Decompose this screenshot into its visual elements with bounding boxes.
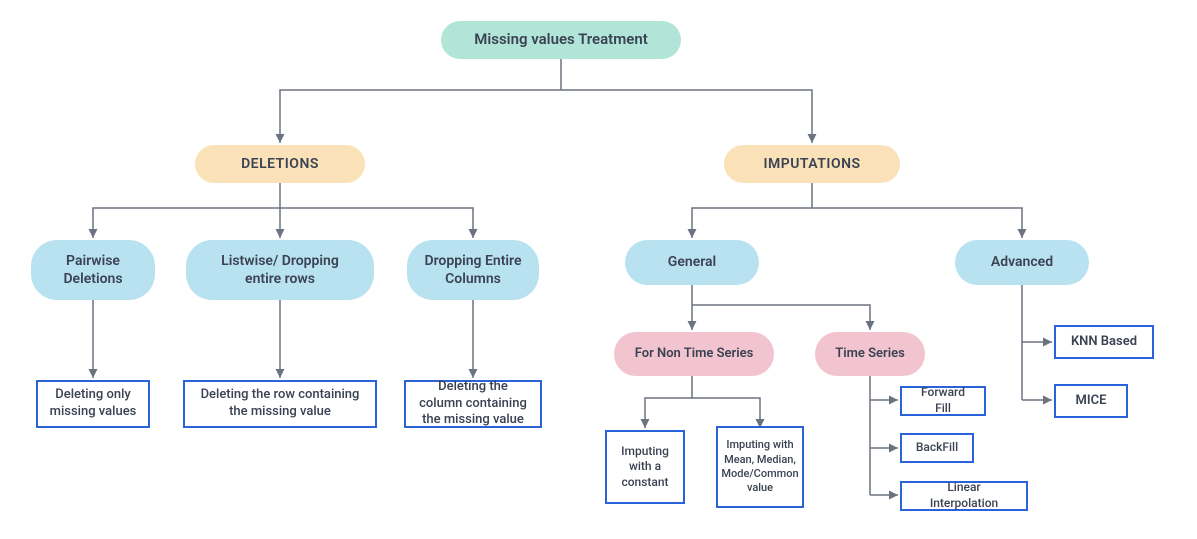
node-ts: Time Series <box>815 332 925 376</box>
node-root: Missing values Treatment <box>441 21 681 59</box>
leaf-bf: BackFill <box>900 433 974 463</box>
node-general: General <box>625 240 759 285</box>
leaf-mmm: Imputing with Mean, Median, Mode/Common … <box>716 426 804 508</box>
node-advanced: Advanced <box>955 240 1089 285</box>
node-listwise: Listwise/ Dropping entire rows <box>186 240 374 300</box>
node-imputations: IMPUTATIONS <box>724 145 900 183</box>
leaf-list-desc: Deleting the row containing the missing … <box>183 380 377 428</box>
leaf-drop-desc: Deleting the column containing the missi… <box>404 380 542 428</box>
leaf-knn: KNN Based <box>1054 325 1154 359</box>
node-pairwise: Pairwise Deletions <box>31 240 155 300</box>
leaf-pair-desc: Deleting only missing values <box>36 380 150 428</box>
node-nonts: For Non Time Series <box>614 332 774 376</box>
leaf-li: Linear Interpolation <box>900 481 1028 511</box>
node-dropcol: Dropping Entire Columns <box>407 240 539 300</box>
node-deletions: DELETIONS <box>195 145 365 183</box>
leaf-const: Imputing with a constant <box>605 430 685 504</box>
leaf-mice: MICE <box>1054 384 1128 418</box>
leaf-ff: Forward Fill <box>900 386 986 416</box>
